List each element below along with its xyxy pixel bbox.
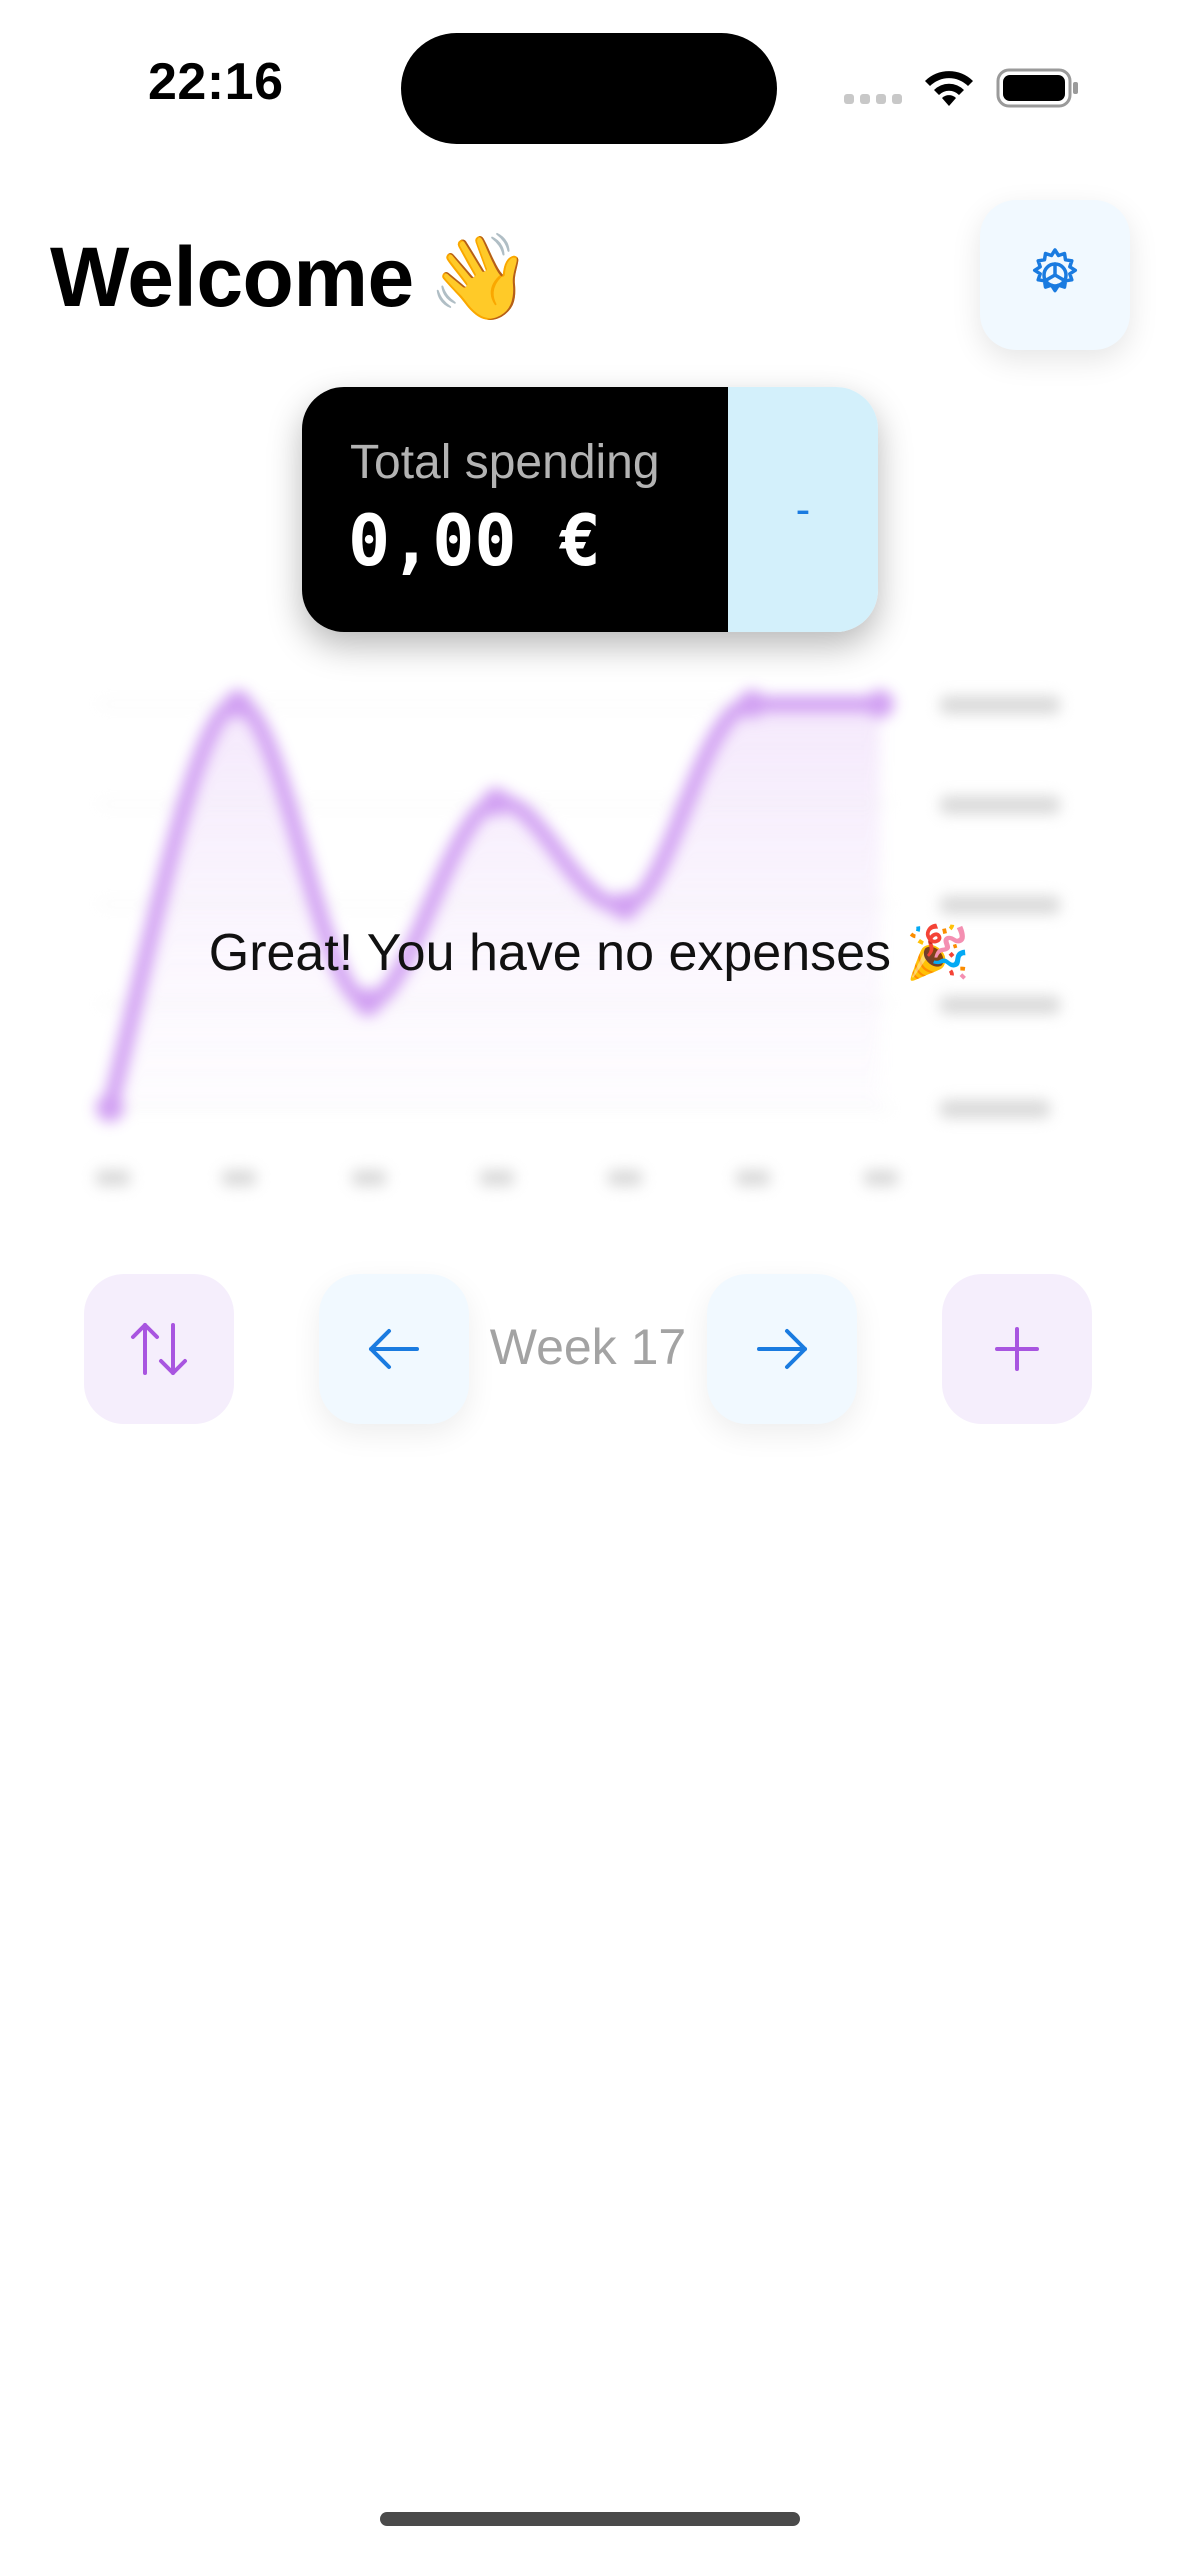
total-spending-value: 0,00 €: [348, 500, 601, 582]
next-week-button[interactable]: [707, 1274, 857, 1424]
total-spending-panel: Total spending 0,00 €: [302, 387, 728, 632]
spending-change-badge[interactable]: -: [728, 387, 878, 632]
page-title: Welcome 👋: [50, 228, 532, 327]
previous-week-button[interactable]: [319, 1274, 469, 1424]
add-expense-button[interactable]: [942, 1274, 1092, 1424]
battery-icon: [996, 68, 1078, 108]
home-indicator[interactable]: [380, 2512, 800, 2526]
week-label: Week 17: [489, 1319, 687, 1375]
cellular-signal-icon: [844, 94, 902, 104]
plus-icon: [995, 1327, 1039, 1371]
arrow-left-icon: [369, 1329, 419, 1369]
settings-button[interactable]: [980, 200, 1130, 350]
gear-icon: [1032, 248, 1078, 293]
chart-area: [110, 703, 880, 1108]
no-expenses-message: Great! You have no expenses 🎉: [208, 924, 971, 982]
page-title-text: Welcome: [50, 230, 414, 324]
status-bar: 22:16: [0, 0, 1179, 170]
spending-change-value: -: [795, 484, 811, 534]
wifi-icon: [925, 71, 973, 106]
arrow-right-icon: [757, 1329, 807, 1369]
status-time: 22:16: [148, 53, 284, 111]
waving-hand-emoji: 👋: [427, 230, 533, 324]
sort-button[interactable]: [84, 1274, 234, 1424]
total-spending-card: Total spending 0,00 € -: [302, 387, 878, 632]
dynamic-island: [401, 33, 777, 144]
total-spending-label: Total spending: [350, 436, 660, 489]
arrows-up-down-icon: [131, 1323, 187, 1375]
